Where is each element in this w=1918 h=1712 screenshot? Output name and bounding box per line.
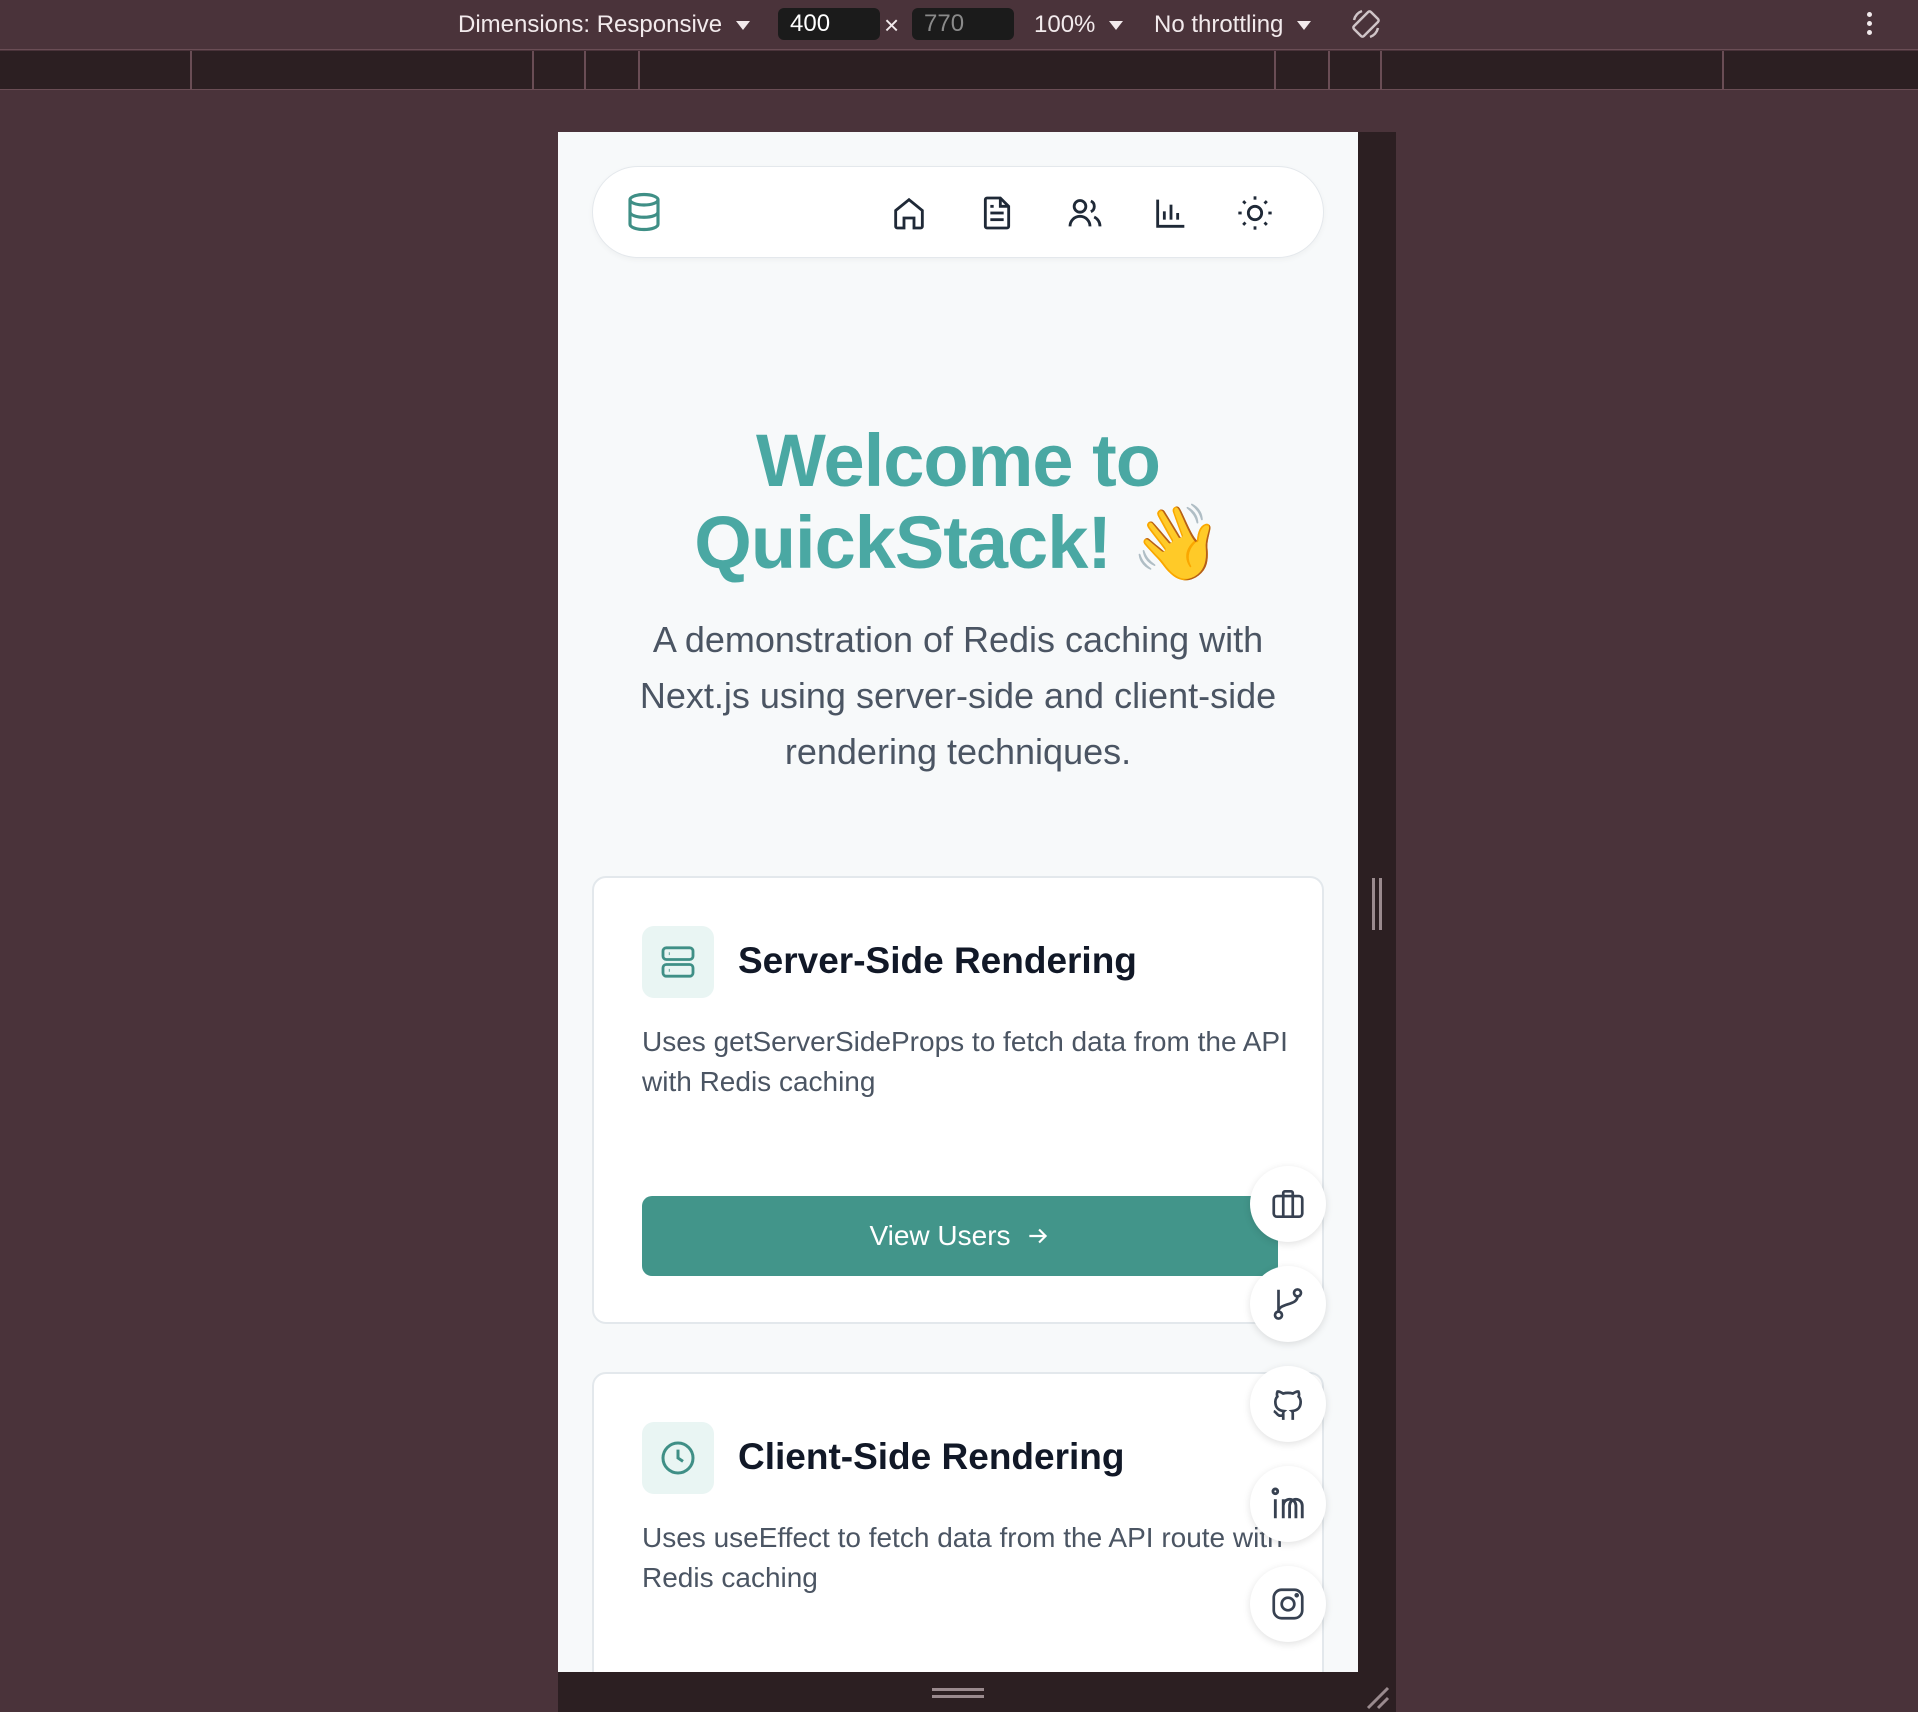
page-viewport: Welcome to QuickStack! 👋 A demonstration… — [558, 132, 1358, 1672]
instagram-button[interactable] — [1250, 1566, 1326, 1642]
users-icon[interactable] — [1065, 193, 1105, 233]
view-users-button[interactable]: View Users — [642, 1196, 1278, 1276]
arrow-right-icon — [1028, 1228, 1047, 1244]
clock-icon — [642, 1422, 714, 1494]
zoom-label: 100% — [1034, 11, 1096, 38]
dimensions-dropdown[interactable]: Dimensions: Responsive — [458, 11, 751, 39]
rotate-icon[interactable] — [1348, 6, 1384, 42]
card-description: Uses useEffect to fetch data from the AP… — [642, 1522, 1283, 1593]
zoom-dropdown[interactable]: 100% — [1034, 11, 1124, 39]
instagram-icon — [1272, 1588, 1304, 1620]
database-icon[interactable] — [623, 191, 665, 233]
devtools-toolbar: Dimensions: Responsive 400 × 770 100% No… — [0, 0, 1918, 50]
hero-title: Welcome to QuickStack! 👋 — [558, 420, 1358, 584]
ssr-card: Server-Side Rendering Uses getServerSide… — [592, 876, 1324, 1324]
bar-chart-icon[interactable] — [1151, 193, 1191, 233]
sun-icon[interactable] — [1235, 193, 1275, 233]
hero-title-line1: Welcome to — [756, 419, 1161, 502]
hero-subtitle: A demonstration of Redis caching with Ne… — [639, 619, 1277, 772]
briefcase-icon — [1272, 1189, 1304, 1219]
width-input[interactable]: 400 — [778, 8, 880, 40]
home-icon[interactable] — [889, 193, 929, 233]
card-description: Uses getServerSideProps to fetch data fr… — [642, 1026, 1288, 1097]
hero-title-line2: QuickStack! 👋 — [694, 501, 1222, 584]
button-label: View Users — [869, 1220, 1011, 1251]
more-options-icon[interactable] — [1862, 10, 1876, 40]
times-sign: × — [884, 10, 900, 40]
card-title: Client-Side Rendering — [738, 1436, 1125, 1477]
linkedin-button[interactable] — [1250, 1466, 1326, 1542]
linkedin-icon — [1271, 1487, 1304, 1519]
resize-handle-bottom[interactable] — [932, 1688, 984, 1698]
document-icon[interactable] — [977, 193, 1017, 233]
chevron-down-icon — [1297, 20, 1312, 30]
git-branch-button[interactable] — [1250, 1266, 1326, 1342]
server-icon — [642, 926, 714, 998]
github-button[interactable] — [1250, 1366, 1326, 1442]
resize-handle-right[interactable] — [1372, 878, 1382, 930]
throttling-label: No throttling — [1154, 11, 1284, 38]
chevron-down-icon — [736, 20, 751, 30]
git-branch-icon — [1273, 1288, 1303, 1320]
dimensions-label: Dimensions: Responsive — [458, 11, 723, 38]
github-icon — [1273, 1390, 1303, 1420]
briefcase-button[interactable] — [1250, 1166, 1326, 1242]
csr-card: Client-Side Rendering Uses useEffect to … — [592, 1372, 1324, 1672]
height-input[interactable]: 770 — [912, 8, 1014, 40]
chevron-down-icon — [1109, 20, 1124, 30]
media-query-ruler — [0, 51, 1918, 90]
top-navbar — [592, 166, 1324, 258]
card-title: Server-Side Rendering — [738, 940, 1137, 981]
resize-corner-icon[interactable] — [1364, 1684, 1390, 1710]
throttling-dropdown[interactable]: No throttling — [1154, 11, 1312, 39]
